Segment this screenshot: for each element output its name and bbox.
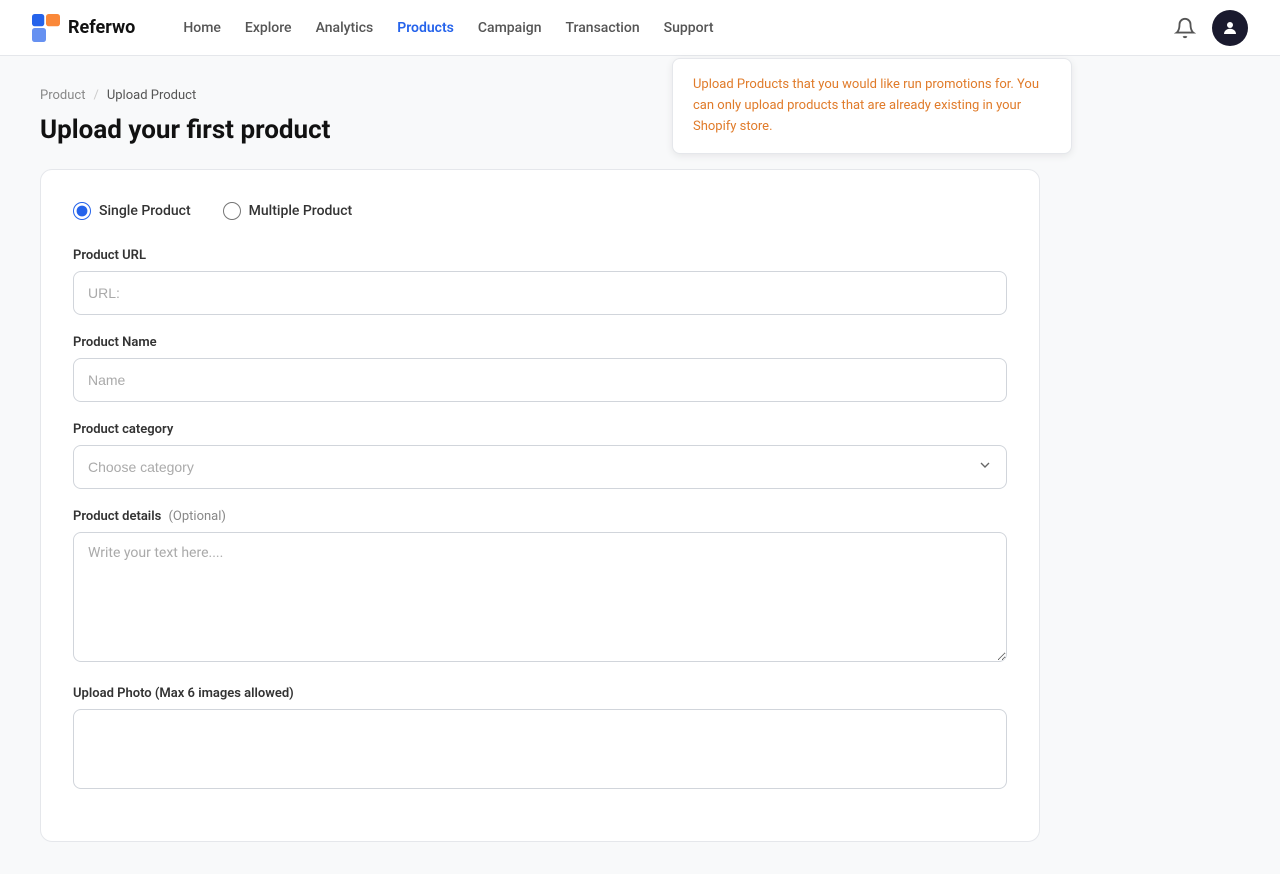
nav-analytics[interactable]: Analytics: [316, 20, 374, 36]
product-url-label: Product URL: [73, 248, 1007, 263]
product-type-radio-group: Single Product Multiple Product: [73, 202, 1007, 220]
product-url-input[interactable]: [73, 271, 1007, 315]
nav-home[interactable]: Home: [183, 20, 221, 36]
breadcrumb-separator: /: [93, 88, 98, 103]
brand-name: Referwo: [68, 17, 135, 38]
product-category-label: Product category: [73, 422, 1007, 437]
notification-icon[interactable]: [1174, 17, 1196, 39]
breadcrumb-current: Upload Product: [107, 88, 196, 103]
optional-label: (Optional): [168, 509, 225, 524]
product-name-input[interactable]: [73, 358, 1007, 402]
breadcrumb-parent[interactable]: Product: [40, 88, 85, 103]
product-category-select-wrapper: Choose category: [73, 445, 1007, 489]
info-box: Upload Products that you would like run …: [672, 58, 1072, 154]
nav-actions: [1174, 10, 1248, 46]
multiple-product-label: Multiple Product: [249, 203, 353, 219]
avatar[interactable]: [1212, 10, 1248, 46]
nav-support[interactable]: Support: [664, 20, 714, 36]
multiple-product-radio[interactable]: Multiple Product: [223, 202, 353, 220]
upload-photo-area[interactable]: [73, 709, 1007, 789]
product-category-group: Product category Choose category: [73, 422, 1007, 489]
upload-photo-label: Upload Photo (Max 6 images allowed): [73, 686, 1007, 701]
product-category-select[interactable]: Choose category: [73, 445, 1007, 489]
form-card: Single Product Multiple Product Product …: [40, 169, 1040, 842]
nav-explore[interactable]: Explore: [245, 20, 292, 36]
single-product-label: Single Product: [99, 203, 191, 219]
product-details-textarea[interactable]: [73, 532, 1007, 662]
info-text: Upload Products that you would like run …: [693, 77, 1039, 134]
nav-transaction[interactable]: Transaction: [566, 20, 640, 36]
nav-products[interactable]: Products: [397, 20, 454, 36]
product-details-label: Product details (Optional): [73, 509, 1007, 524]
product-url-group: Product URL: [73, 248, 1007, 315]
main-content: Product / Upload Product Upload your fir…: [0, 56, 1280, 874]
nav-links: Home Explore Analytics Products Campaign…: [183, 20, 1142, 36]
navbar: Referwo Home Explore Analytics Products …: [0, 0, 1280, 56]
upload-photo-group: Upload Photo (Max 6 images allowed): [73, 686, 1007, 789]
nav-campaign[interactable]: Campaign: [478, 20, 542, 36]
product-details-group: Product details (Optional): [73, 509, 1007, 666]
product-name-label: Product Name: [73, 335, 1007, 350]
single-product-radio[interactable]: Single Product: [73, 202, 191, 220]
brand-logo[interactable]: Referwo: [32, 14, 135, 42]
product-name-group: Product Name: [73, 335, 1007, 402]
